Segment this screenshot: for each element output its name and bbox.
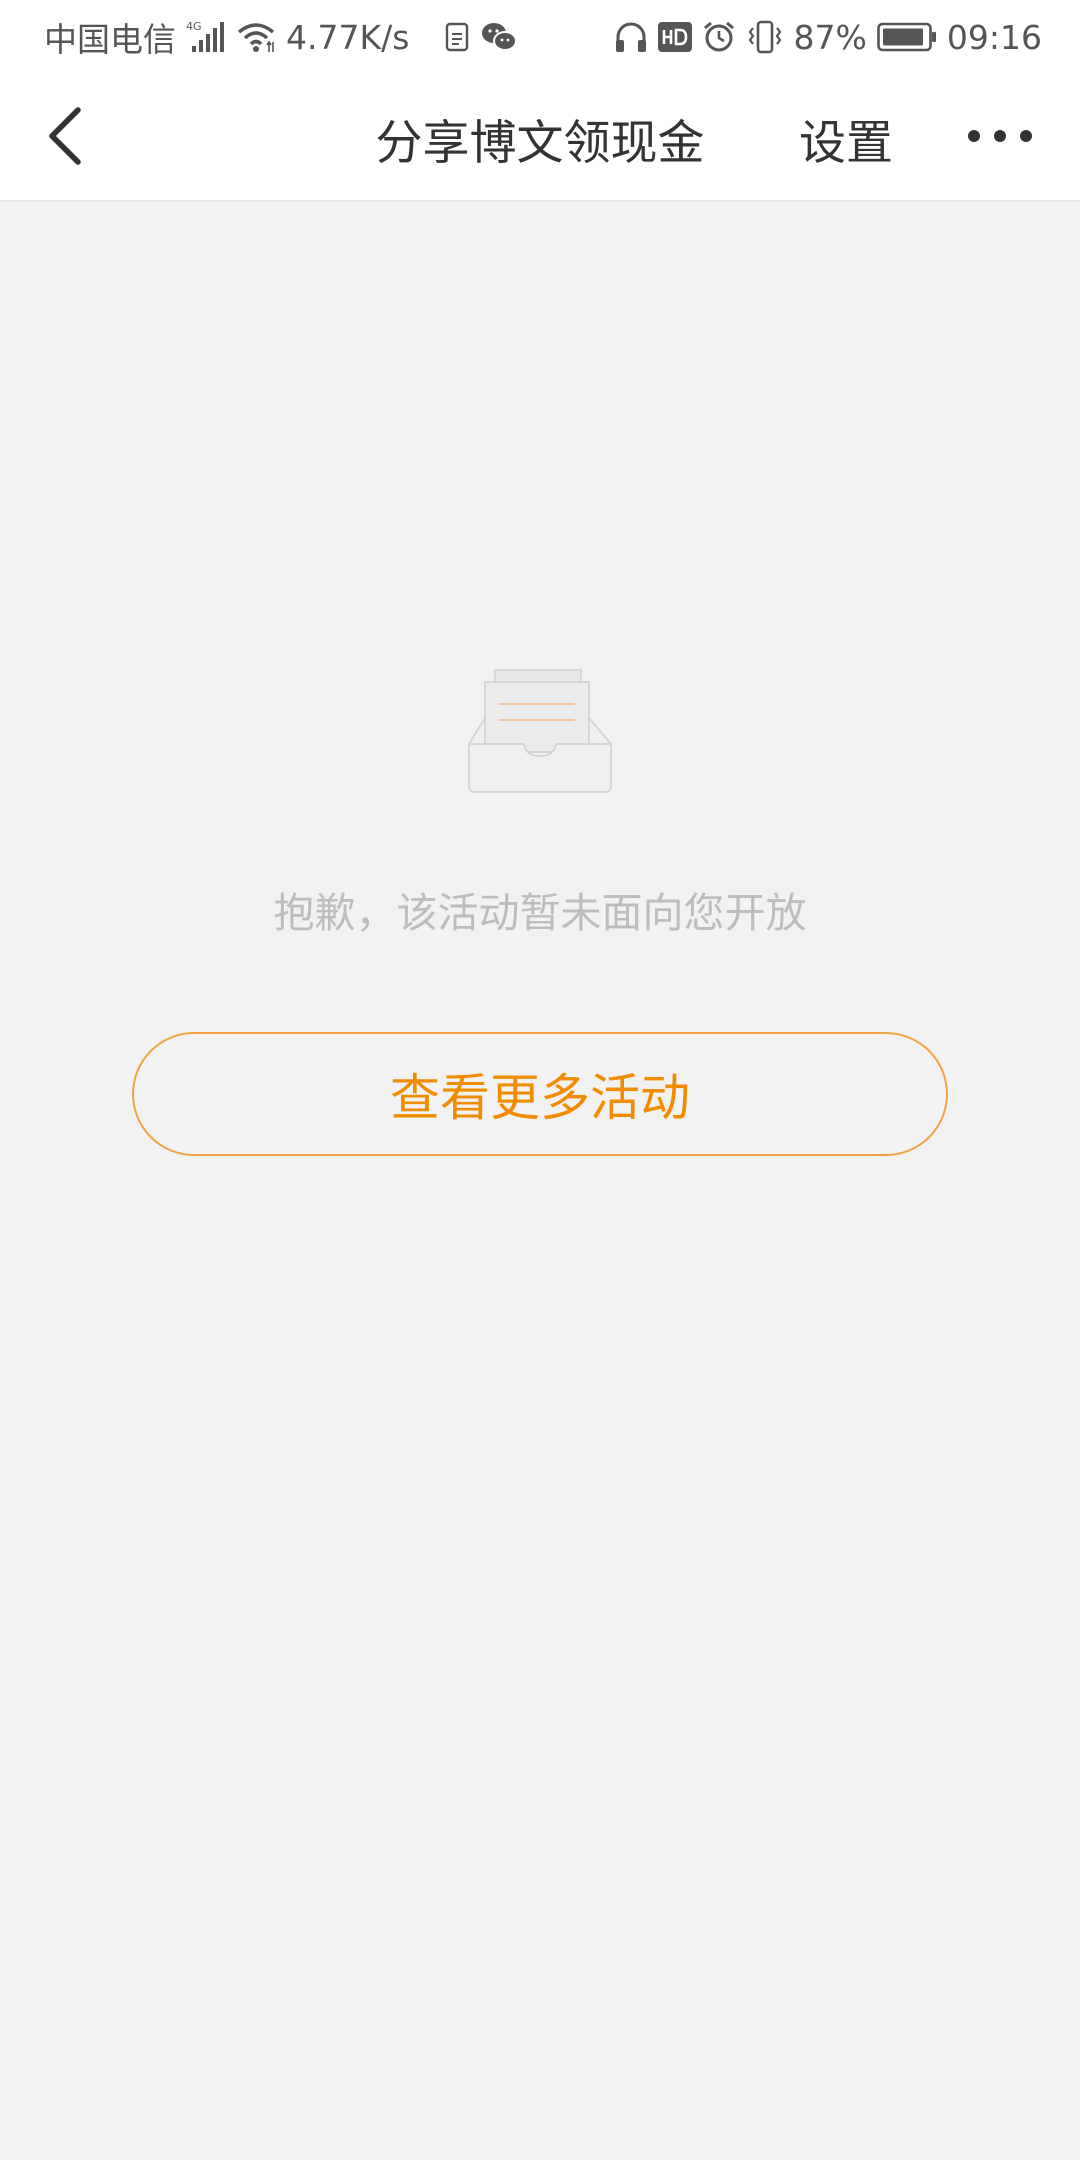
battery-icon	[877, 22, 937, 52]
network-type-label: 4G	[186, 20, 202, 33]
status-bar-right: 87% 09:16	[614, 18, 1042, 57]
empty-inbox-icon	[468, 668, 612, 794]
wifi-icon	[236, 20, 276, 54]
clock-time: 09:16	[946, 17, 1042, 57]
more-dots-icon	[966, 128, 1034, 148]
carrier-name: 中国电信	[44, 20, 176, 59]
empty-state-message: 抱歉，该活动暂未面向您开放	[273, 889, 807, 937]
vibrate-icon	[746, 20, 784, 54]
wechat-icon	[481, 21, 518, 53]
alarm-icon	[702, 20, 736, 54]
network-speed: 4.77K/s	[286, 17, 410, 57]
view-more-activities-button[interactable]: 查看更多活动	[132, 1032, 948, 1156]
signal-icon: 4G	[186, 20, 226, 54]
chevron-left-icon	[42, 104, 90, 172]
hd-icon	[657, 22, 692, 52]
battery-percent: 87%	[793, 17, 867, 57]
headphones-icon	[614, 20, 648, 54]
page-title: 分享博文领现金	[375, 115, 705, 171]
nav-bar: 分享博文领现金 设置	[0, 74, 1080, 202]
clipboard-icon	[445, 21, 471, 53]
settings-button[interactable]: 设置	[780, 74, 912, 202]
more-button[interactable]	[950, 98, 1050, 178]
back-button[interactable]	[22, 94, 110, 182]
status-bar: 中国电信 4G 4.77K/s 87% 09:16	[0, 0, 1080, 74]
status-bar-left: 中国电信 4G 4.77K/s	[44, 13, 518, 61]
